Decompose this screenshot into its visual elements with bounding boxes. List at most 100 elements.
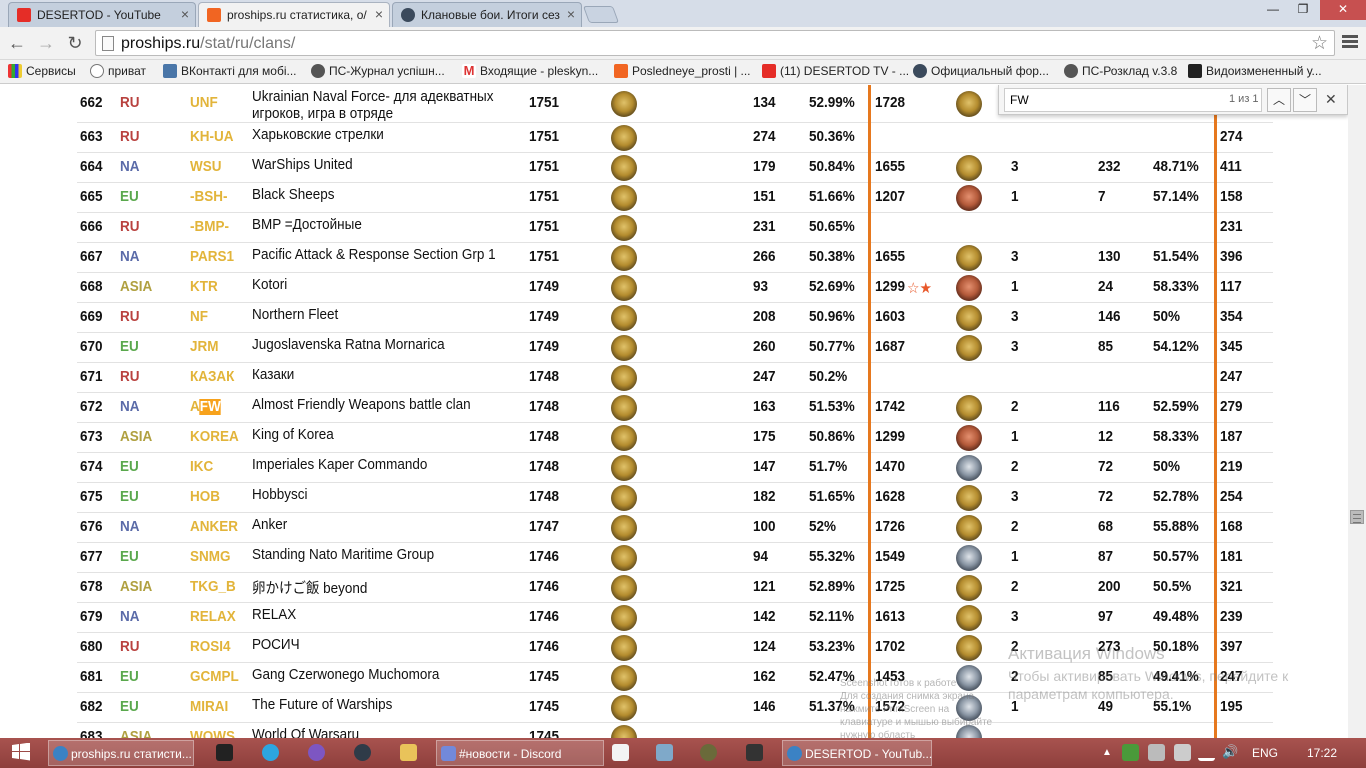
- clan-tag-text: MIRAI: [190, 699, 229, 715]
- new-tab-button[interactable]: [582, 6, 620, 23]
- scroll-thumb[interactable]: [1350, 510, 1364, 524]
- tab-clan-battles[interactable]: Клановые бои. Итоги сез ×: [392, 2, 582, 27]
- close-tab-icon[interactable]: ×: [181, 6, 189, 22]
- volume-icon[interactable]: 🔊: [1222, 744, 1239, 761]
- battery-icon[interactable]: [1174, 744, 1191, 761]
- clan-tag-link[interactable]: UNF: [190, 95, 218, 111]
- back-button[interactable]: ←: [6, 32, 28, 54]
- clan-name-cell: Pacific Attack & Response Section Grp 1: [252, 247, 496, 263]
- reload-button[interactable]: ↻: [64, 32, 86, 54]
- close-tab-icon[interactable]: ×: [567, 6, 575, 22]
- tray-app-icon[interactable]: [1148, 744, 1165, 761]
- clan-tag-link[interactable]: MIRAI: [190, 699, 228, 715]
- network-icon[interactable]: [1198, 744, 1215, 761]
- bookmark-services[interactable]: Сервисы: [8, 63, 76, 79]
- clan-tag-link[interactable]: WOWS: [190, 729, 235, 738]
- clan-tag-link[interactable]: TKG_B: [190, 579, 236, 595]
- bookmark-gmail[interactable]: M Входящие - pleskyn...: [462, 63, 598, 79]
- prev-battles-cell: 146: [1098, 309, 1121, 325]
- prev-league-cell: 3: [1011, 489, 1019, 505]
- viber-icon[interactable]: [308, 744, 325, 761]
- find-close-icon[interactable]: ✕: [1325, 91, 1337, 108]
- clan-tag-link[interactable]: ROSI4: [190, 639, 230, 655]
- bookmark-star-icon[interactable]: ☆: [1311, 32, 1328, 55]
- clan-tag-link[interactable]: JRM: [190, 339, 218, 355]
- winrate-cell: 51.65%: [809, 489, 855, 505]
- clan-tag-link[interactable]: AFW: [190, 399, 221, 415]
- clan-tag-link[interactable]: KH-UA: [190, 129, 233, 145]
- battles-cell: 124: [753, 639, 776, 655]
- tray-up-arrow-icon[interactable]: ▲: [1102, 747, 1114, 759]
- windows-start-icon[interactable]: [12, 742, 30, 761]
- clan-name-cell: Gang Czerwonego Muchomora: [252, 667, 440, 683]
- close-tab-icon[interactable]: ×: [375, 6, 383, 22]
- window-close-button[interactable]: ✕: [1320, 0, 1366, 20]
- clan-tag-link[interactable]: SNMG: [190, 549, 230, 565]
- bookmark-ps-journal[interactable]: ПС-Журнал успішн...: [311, 63, 445, 79]
- clan-tag-link[interactable]: KOREA: [190, 429, 239, 445]
- telegram-icon[interactable]: [262, 744, 279, 761]
- tray-app-icon[interactable]: [1122, 744, 1139, 761]
- clan-tag-link[interactable]: GCMPL: [190, 669, 239, 685]
- clan-tag-link[interactable]: NF: [190, 309, 208, 325]
- rank-cell: 670: [80, 339, 103, 355]
- stars-icon: ☆★: [907, 280, 933, 297]
- clan-tag-link[interactable]: КАЗАК: [190, 369, 234, 385]
- column-divider: [868, 85, 871, 738]
- league-medal-icon: [611, 215, 637, 241]
- rating-cell: 1746: [529, 639, 560, 655]
- prev-league-cell: 1: [1011, 549, 1019, 565]
- bookmark-official-forum[interactable]: Официальный фор...: [913, 63, 1049, 79]
- image-viewer-icon[interactable]: [656, 744, 673, 761]
- minimize-button[interactable]: —: [1260, 0, 1286, 20]
- winrate-cell: 51.53%: [809, 399, 855, 415]
- taskbar-discord[interactable]: #новости - Discord: [436, 740, 604, 766]
- clan-tag-link[interactable]: HOB: [190, 489, 220, 505]
- document-icon[interactable]: [612, 744, 629, 761]
- clan-tag-link[interactable]: ANKER: [190, 519, 238, 535]
- taskbar-chrome-youtube[interactable]: DESERTOD - YouTub...: [782, 740, 932, 766]
- battles-cell: 162: [753, 669, 776, 685]
- language-indicator[interactable]: ENG: [1252, 746, 1278, 760]
- prev-rating-cell: 1725: [875, 579, 906, 595]
- forward-button[interactable]: →: [35, 32, 57, 54]
- find-input[interactable]: [1004, 88, 1262, 112]
- find-prev-button[interactable]: ︿: [1267, 88, 1291, 112]
- game-icon[interactable]: [700, 744, 717, 761]
- taskbar-chrome-proships[interactable]: proships.ru статисти...: [48, 740, 194, 766]
- scrollbar[interactable]: [1348, 85, 1366, 738]
- app-icon[interactable]: [746, 744, 763, 761]
- clan-tag-link[interactable]: KTR: [190, 279, 218, 295]
- rating-cell: 1749: [529, 339, 560, 355]
- clan-tag-text: WSU: [190, 159, 222, 175]
- clan-tag-link[interactable]: RELAX: [190, 609, 236, 625]
- bookmark-vk[interactable]: ВКонтакті для мобі...: [163, 63, 297, 79]
- maximize-button[interactable]: ❐: [1290, 0, 1316, 20]
- total-battles-cell: 231: [1220, 219, 1243, 235]
- bookmark-desertod-tv[interactable]: (11) DESERTOD TV - ...: [762, 63, 909, 79]
- bookmark-posledneye[interactable]: Posledneye_prosti | ...: [614, 63, 751, 79]
- clan-tag-link[interactable]: IKC: [190, 459, 213, 475]
- clan-tag-link[interactable]: WSU: [190, 159, 221, 175]
- folder-icon[interactable]: [400, 744, 417, 761]
- bookmark-ps-rozklad[interactable]: ПС-Розклад v.3.8: [1064, 63, 1177, 79]
- prev-battles-cell: 85: [1098, 339, 1114, 355]
- clan-tag-link[interactable]: PARS1: [190, 249, 234, 265]
- bookmark-modified[interactable]: Видоизмененный у...: [1188, 63, 1322, 79]
- tab-proships[interactable]: proships.ru статистика, о/ ×: [198, 2, 390, 27]
- clan-tag-link[interactable]: -BSH-: [190, 189, 227, 205]
- clock[interactable]: 17:22: [1307, 746, 1337, 760]
- bookmark-privat[interactable]: приват: [90, 63, 146, 79]
- battles-cell: 93: [753, 279, 769, 295]
- address-bar[interactable]: proships.ru/stat/ru/clans/ ☆: [95, 30, 1335, 56]
- rank-cell: 678: [80, 579, 103, 595]
- rating-cell: 1748: [529, 429, 560, 445]
- wows-icon[interactable]: [354, 744, 371, 761]
- find-next-button[interactable]: ﹀: [1293, 88, 1317, 112]
- rating-cell: 1751: [529, 159, 560, 175]
- tab-youtube[interactable]: DESERTOD - YouTube ×: [8, 2, 196, 27]
- menu-icon[interactable]: [1342, 33, 1358, 49]
- prev-battles-cell: 116: [1098, 399, 1120, 415]
- media-app-icon[interactable]: [216, 744, 233, 761]
- clan-tag-link[interactable]: -BMP-: [190, 219, 229, 235]
